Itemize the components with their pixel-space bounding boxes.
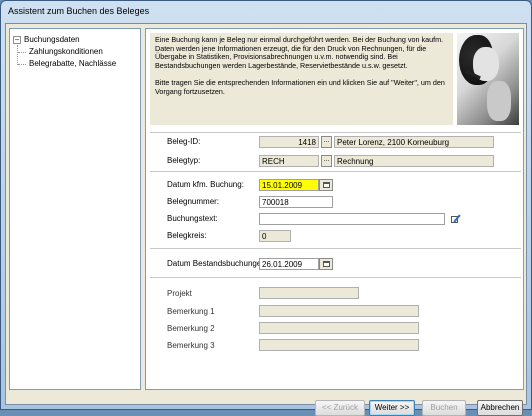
bemerkung-2-field — [259, 322, 419, 334]
datum-buchung-label: Datum kfm. Buchung: — [167, 180, 244, 189]
datum-bestand-label: Datum Bestandsbuchungen — [167, 259, 266, 268]
book-button[interactable]: Buchen — [422, 400, 466, 416]
beleg-id-field: 1418 — [259, 136, 319, 148]
tree-collapse-toggle[interactable]: − — [13, 36, 21, 44]
bemerkung-3-label: Bemerkung 3 — [167, 341, 215, 350]
form-panel: Eine Buchung kann je Beleg nur einmal du… — [145, 28, 524, 390]
beleg-id-label: Beleg-ID: — [167, 137, 201, 146]
tree-connector-line — [17, 45, 18, 65]
calendar-icon[interactable] — [319, 258, 333, 270]
calendar-icon[interactable] — [319, 179, 333, 191]
projekt-field — [259, 287, 359, 299]
belegkreis-label: Belegkreis: — [167, 231, 207, 240]
bemerkung-1-field — [259, 305, 419, 317]
tree-connector-branch — [18, 52, 26, 53]
belegtyp-field: RECH — [259, 155, 319, 167]
separator — [150, 248, 521, 249]
wizard-window: Assistent zum Buchen des Beleges − Buchu… — [0, 0, 532, 416]
window-title: Assistent zum Buchen des Beleges — [8, 6, 150, 16]
datum-buchung-input[interactable]: 15.01.2009 — [259, 179, 319, 191]
next-button[interactable]: Weiter >> — [369, 400, 415, 416]
belegnummer-input[interactable]: 700018 — [259, 196, 333, 208]
bemerkung-2-label: Bemerkung 2 — [167, 324, 215, 333]
back-button[interactable]: << Zurück — [315, 400, 365, 416]
bemerkung-3-field — [259, 339, 419, 351]
belegtyp-lookup-button[interactable]: ... — [321, 155, 332, 167]
belegkreis-field: 0 — [259, 230, 291, 242]
belegnummer-label: Belegnummer: — [167, 197, 220, 206]
info-paragraph-1: Eine Buchung kann je Beleg nur einmal du… — [155, 35, 444, 70]
belegtyp-description: Rechnung — [334, 155, 494, 167]
tree-connector-branch — [18, 64, 26, 65]
tree-item-zahlungskonditionen[interactable]: Zahlungskonditionen — [29, 46, 103, 57]
belegtyp-label: Belegtyp: — [167, 156, 201, 165]
separator — [150, 171, 521, 172]
navigation-tree: − Buchungsdaten Zahlungskonditionen Bele… — [9, 28, 141, 390]
datum-bestand-input[interactable]: 26.01.2009 — [259, 258, 319, 270]
separator — [150, 277, 521, 278]
bemerkung-1-label: Bemerkung 1 — [167, 307, 215, 316]
buchungstext-label: Buchungstext: — [167, 214, 218, 223]
beleg-id-lookup-button[interactable]: ... — [321, 136, 332, 148]
tree-item-belegrabatte[interactable]: Belegrabatte, Nachlässe — [29, 58, 116, 69]
dialog-client-area: − Buchungsdaten Zahlungskonditionen Bele… — [5, 23, 527, 416]
info-text-box: Eine Buchung kann je Beleg nur einmal du… — [150, 33, 453, 125]
buchungstext-input[interactable] — [259, 213, 445, 225]
info-paragraph-2: Bitte tragen Sie die entsprechenden Info… — [155, 77, 445, 96]
separator — [150, 132, 521, 133]
edit-text-icon[interactable] — [451, 213, 463, 225]
beleg-id-description: Peter Lorenz, 2100 Korneuburg — [334, 136, 494, 148]
cancel-button[interactable]: Abbrechen — [477, 400, 523, 416]
projekt-label: Projekt — [167, 289, 192, 298]
assistant-photo — [457, 33, 519, 125]
tree-item-buchungsdaten[interactable]: Buchungsdaten — [24, 34, 80, 45]
